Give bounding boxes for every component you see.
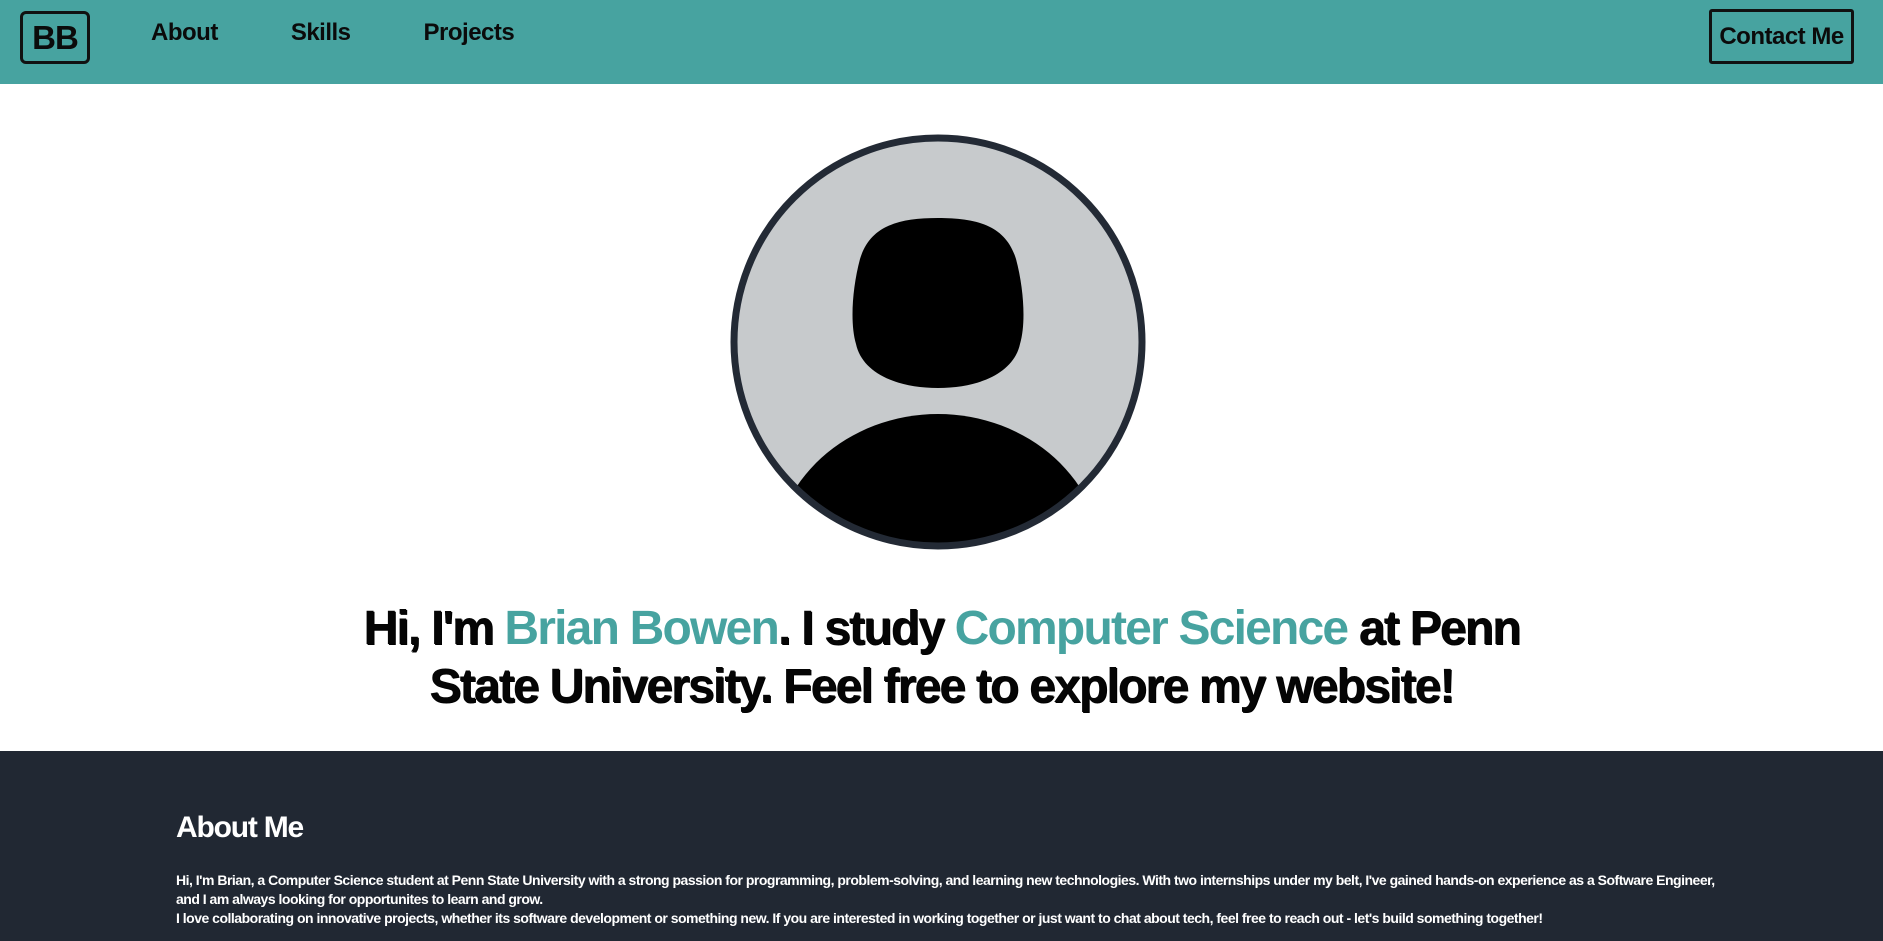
logo-home-link[interactable]: BB	[20, 11, 90, 64]
hero-line-2: State University. Feel free to explore m…	[429, 660, 1455, 713]
about-paragraph: Hi, I'm Brian, a Computer Science studen…	[176, 872, 1715, 907]
nav-link-about[interactable]: About	[151, 18, 218, 48]
nav-link-skills[interactable]: Skills	[291, 18, 351, 48]
hero-line-1: Hi, I'm Brian Bowen. I study Computer Sc…	[0, 600, 1883, 658]
about-section: About Me Hi, I'm Brian, a Computer Scien…	[0, 751, 1883, 941]
hero-intro: Hi, I'm Brian Bowen. I study Computer Sc…	[0, 600, 1883, 716]
nav-links: About Skills Projects	[151, 18, 587, 48]
hero-name: Brian Bowen	[504, 602, 779, 655]
about-title: About Me	[176, 811, 304, 844]
hero-intro-text: at Penn	[1347, 602, 1522, 655]
hero-intro-text: Hi, I'm	[363, 602, 505, 655]
nav-link-projects[interactable]: Projects	[424, 18, 515, 48]
top-navbar: BB About Skills Projects Contact Me	[0, 0, 1883, 84]
hero-field: Computer Science	[954, 602, 1349, 655]
about-paragraph: I love collaborating on innovative proje…	[176, 910, 1543, 926]
avatar-head-shape	[852, 218, 1024, 388]
about-body: Hi, I'm Brian, a Computer Science studen…	[176, 871, 1716, 928]
contact-me-button[interactable]: Contact Me	[1709, 9, 1854, 64]
hero-intro-text: . I study	[777, 602, 955, 655]
user-avatar-icon	[730, 134, 1146, 550]
